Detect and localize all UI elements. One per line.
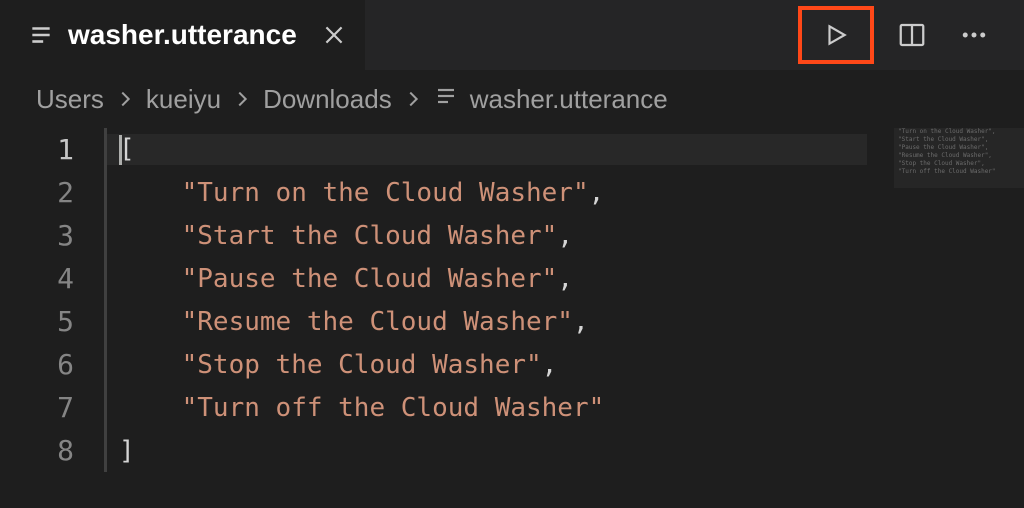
editor-line[interactable]: 1[ [0, 128, 1024, 171]
code-content[interactable]: "Turn off the Cloud Washer" [107, 393, 604, 423]
code-content[interactable]: "Start the Cloud Washer", [107, 221, 573, 251]
breadcrumb-file[interactable]: washer.utterance [434, 84, 668, 115]
more-actions-button[interactable] [950, 11, 998, 59]
chevron-right-icon [110, 88, 140, 110]
line-number: 5 [0, 305, 104, 338]
editor-line[interactable]: 6 "Stop the Cloud Washer", [0, 343, 1024, 386]
editor-area[interactable]: 1[2 "Turn on the Cloud Washer",3 "Start … [0, 128, 1024, 472]
breadcrumb-segment[interactable]: Downloads [263, 84, 392, 115]
run-button[interactable] [812, 11, 860, 59]
chevron-right-icon [227, 88, 257, 110]
editor-line[interactable]: 7 "Turn off the Cloud Washer" [0, 386, 1024, 429]
tab-actions [798, 6, 1024, 64]
code-content[interactable]: "Turn on the Cloud Washer", [107, 178, 604, 208]
close-tab-button[interactable] [321, 22, 347, 48]
split-editor-button[interactable] [888, 11, 936, 59]
code-content[interactable]: "Pause the Cloud Washer", [107, 264, 573, 294]
editor-line[interactable]: 3 "Start the Cloud Washer", [0, 214, 1024, 257]
breadcrumb-filename: washer.utterance [470, 84, 668, 115]
editor-line[interactable]: 2 "Turn on the Cloud Washer", [0, 171, 1024, 214]
editor-line[interactable]: 4 "Pause the Cloud Washer", [0, 257, 1024, 300]
code-content[interactable]: ] [107, 436, 135, 466]
editor-line[interactable]: 8] [0, 429, 1024, 472]
line-number: 6 [0, 348, 104, 381]
run-button-highlight [798, 6, 874, 64]
line-number: 4 [0, 262, 104, 295]
line-number: 2 [0, 176, 104, 209]
file-icon [434, 84, 458, 115]
breadcrumb-segment[interactable]: kueiyu [146, 84, 221, 115]
code-content[interactable]: "Resume the Cloud Washer", [107, 307, 589, 337]
minimap[interactable]: "Turn on the Cloud Washer","Start the Cl… [894, 128, 1024, 188]
code-content[interactable]: [ [107, 134, 867, 165]
line-number: 1 [0, 133, 104, 166]
file-icon [28, 22, 54, 48]
editor-line[interactable]: 5 "Resume the Cloud Washer", [0, 300, 1024, 343]
line-number: 8 [0, 434, 104, 467]
tab-filename: washer.utterance [68, 19, 297, 51]
breadcrumb[interactable]: Users kueiyu Downloads washer.utterance [0, 70, 1024, 128]
minimap-viewport[interactable] [894, 128, 1024, 188]
editor-tab[interactable]: washer.utterance [0, 0, 365, 70]
breadcrumb-segment[interactable]: Users [36, 84, 104, 115]
line-number: 7 [0, 391, 104, 424]
code-content[interactable]: "Stop the Cloud Washer", [107, 350, 557, 380]
tab-bar: washer.utterance [0, 0, 1024, 70]
line-number: 3 [0, 219, 104, 252]
chevron-right-icon [398, 88, 428, 110]
